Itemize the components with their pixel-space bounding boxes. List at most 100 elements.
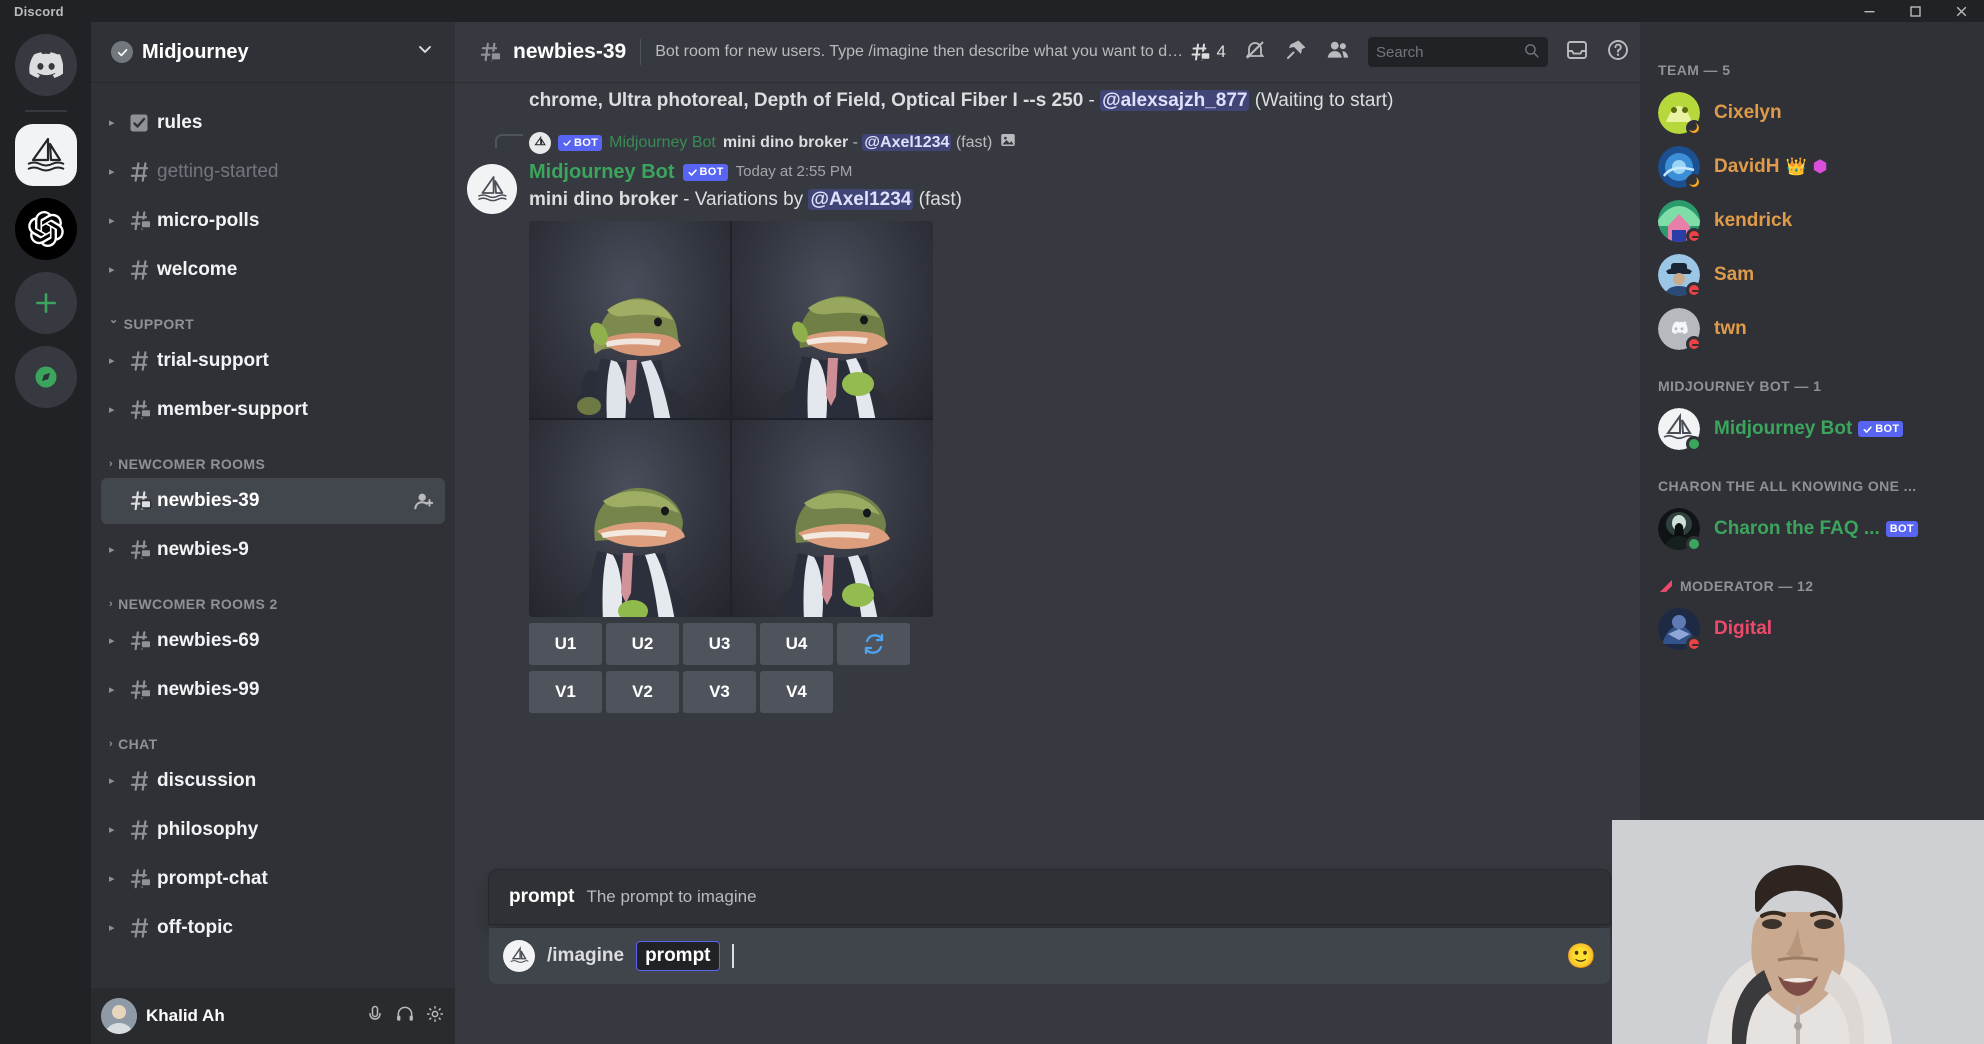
reply-body-tail: (fast): [951, 133, 993, 151]
channel-item-member-support[interactable]: ▸ member-support: [101, 387, 445, 433]
chevron-right-icon: ▸: [109, 634, 115, 647]
close-button[interactable]: [1938, 0, 1984, 22]
threads-count-label: 4: [1216, 42, 1226, 61]
channel-item-micro-polls[interactable]: ▸ micro-polls: [101, 198, 445, 244]
member-item-kendrick[interactable]: kendrick: [1650, 194, 1974, 248]
variation-button-v3[interactable]: V3: [683, 671, 756, 714]
category-label: CHAT: [118, 736, 158, 752]
upscale-button-u1[interactable]: U1: [529, 623, 602, 666]
bot-badge: BOT: [682, 163, 728, 181]
channel-item-newbies-39[interactable]: newbies-39: [101, 478, 445, 524]
grid-image-2[interactable]: [732, 221, 933, 419]
refresh-button[interactable]: [837, 623, 910, 666]
server-icon-midjourney[interactable]: [14, 124, 77, 186]
avatar: [1658, 408, 1702, 452]
emoji-picker-icon[interactable]: 🙂: [1566, 942, 1596, 971]
message-composer[interactable]: /imagine prompt 🙂: [489, 928, 1610, 984]
member-item-midjourney-bot[interactable]: Midjourney Bot BOT: [1650, 402, 1974, 456]
midjourney-image-grid[interactable]: [529, 221, 933, 618]
help-icon[interactable]: [1606, 38, 1630, 67]
channel-category-newcomer-rooms-2[interactable]: › NEWCOMER ROOMS 2: [91, 576, 455, 618]
channel-item-newbies-69[interactable]: ▸ newbies-69: [101, 618, 445, 664]
channel-item-getting-started[interactable]: ▸ getting-started: [101, 149, 445, 195]
channel-list[interactable]: ▸ rules ▸ getting-started ▸ micro-polls ▸ welco…: [91, 82, 455, 988]
previous-message-dash: -: [1083, 90, 1101, 111]
channel-item-trial-support[interactable]: ▸ trial-support: [101, 338, 445, 384]
reply-author-name[interactable]: Midjourney Bot: [609, 134, 716, 152]
member-item-twn[interactable]: twn: [1650, 302, 1974, 356]
channel-item-prompt-chat[interactable]: ▸ prompt-chat: [101, 856, 445, 902]
variation-button-v1[interactable]: V1: [529, 671, 602, 714]
server-icon-home[interactable]: [14, 34, 77, 96]
message-author-name[interactable]: Midjourney Bot: [529, 160, 675, 184]
maximize-button[interactable]: [1892, 0, 1938, 22]
webcam-overlay: [1612, 820, 1984, 1044]
openai-logo-icon: [27, 211, 64, 247]
message-text-tail: (fast): [913, 189, 962, 211]
channel-category-chat[interactable]: › CHAT: [91, 716, 455, 758]
pin-icon[interactable]: [1284, 38, 1308, 67]
server-icon-openai[interactable]: [14, 198, 77, 260]
add-member-icon[interactable]: [413, 490, 435, 512]
command-param-chip[interactable]: prompt: [636, 941, 720, 971]
hash-icon: [127, 817, 157, 843]
channel-item-welcome[interactable]: ▸ welcome: [101, 247, 445, 293]
member-name-label: twn: [1714, 318, 1747, 339]
message-text-mid: - Variations by: [677, 189, 809, 211]
upscale-button-u4[interactable]: U4: [760, 623, 833, 666]
reply-body-rest: -: [848, 133, 863, 151]
microphone-icon[interactable]: [365, 1004, 385, 1029]
mention-axel1234[interactable]: @Axel1234: [808, 189, 914, 211]
status-indicator-idle: [1686, 174, 1702, 190]
inbox-icon[interactable]: [1565, 38, 1589, 67]
chat-channel-topic[interactable]: Bot room for new users. Type /imagine th…: [655, 43, 1187, 61]
upscale-button-u2[interactable]: U2: [606, 623, 679, 666]
grid-image-1[interactable]: [529, 221, 730, 419]
message-list[interactable]: chrome, Ultra photoreal, Depth of Field,…: [455, 82, 1640, 984]
bot-badge-label: BOT: [574, 136, 599, 149]
channel-item-newbies-9[interactable]: ▸ newbies-9: [101, 527, 445, 573]
search-box[interactable]: Search: [1368, 37, 1548, 67]
slash-command-popup: prompt The prompt to imagine: [489, 870, 1610, 924]
avatar: [529, 131, 551, 154]
channel-item-rules[interactable]: ▸ rules: [101, 100, 445, 146]
channel-item-newbies-99[interactable]: ▸ newbies-99: [101, 667, 445, 713]
reply-context[interactable]: BOT Midjourney Bot mini dino broker - @A…: [455, 113, 1640, 156]
headphones-icon[interactable]: [395, 1004, 415, 1029]
gear-icon[interactable]: [425, 1004, 445, 1029]
server-header[interactable]: Midjourney: [91, 22, 455, 82]
channel-item-discussion[interactable]: ▸ discussion: [101, 758, 445, 804]
minimize-button[interactable]: [1846, 0, 1892, 22]
channel-category-newcomer-rooms[interactable]: › NEWCOMER ROOMS: [91, 436, 455, 478]
notification-muted-icon[interactable]: [1243, 38, 1267, 67]
upscale-button-row[interactable]: U1 U2 U3 U4: [529, 623, 1606, 666]
channel-item-off-topic[interactable]: ▸ off-topic: [101, 905, 445, 951]
user-panel-username: Khalid Ah: [146, 1006, 225, 1025]
upscale-button-u3[interactable]: U3: [683, 623, 756, 666]
member-item-davidh[interactable]: DavidH 👑 ⬢: [1650, 140, 1974, 194]
member-item-digital[interactable]: Digital: [1650, 602, 1974, 656]
member-item-cixelyn[interactable]: Cixelyn: [1650, 86, 1974, 140]
channel-item-philosophy[interactable]: ▸ philosophy: [101, 807, 445, 853]
user-panel[interactable]: Khalid Ah: [91, 988, 455, 1044]
mention-axel1234-reply[interactable]: @Axel1234: [862, 133, 952, 151]
variation-button-row[interactable]: V1 V2 V3 V4: [529, 671, 1606, 714]
channel-name-label: trial-support: [157, 350, 269, 371]
grid-image-4[interactable]: [732, 420, 933, 618]
member-item-charon-the-faq[interactable]: Charon the FAQ ... BOT: [1650, 502, 1974, 556]
explore-servers-button[interactable]: [14, 346, 77, 408]
channel-category-support[interactable]: ⌄ SUPPORT: [91, 296, 455, 338]
chevron-down-icon: [415, 39, 435, 65]
grid-image-3[interactable]: [529, 420, 730, 618]
avatar[interactable]: [467, 164, 517, 215]
variation-button-v4[interactable]: V4: [760, 671, 833, 714]
members-icon[interactable]: [1325, 37, 1351, 68]
channel-name-label: discussion: [157, 770, 257, 791]
chevron-right-icon: ▸: [109, 165, 115, 178]
threads-button[interactable]: 4: [1188, 40, 1226, 64]
add-server-button[interactable]: [14, 272, 77, 334]
variation-button-v2[interactable]: V2: [606, 671, 679, 714]
member-item-sam[interactable]: Sam: [1650, 248, 1974, 302]
member-name-label: Cixelyn: [1714, 102, 1782, 123]
mention-alexsajzh[interactable]: @alexsajzh_877: [1100, 90, 1250, 111]
